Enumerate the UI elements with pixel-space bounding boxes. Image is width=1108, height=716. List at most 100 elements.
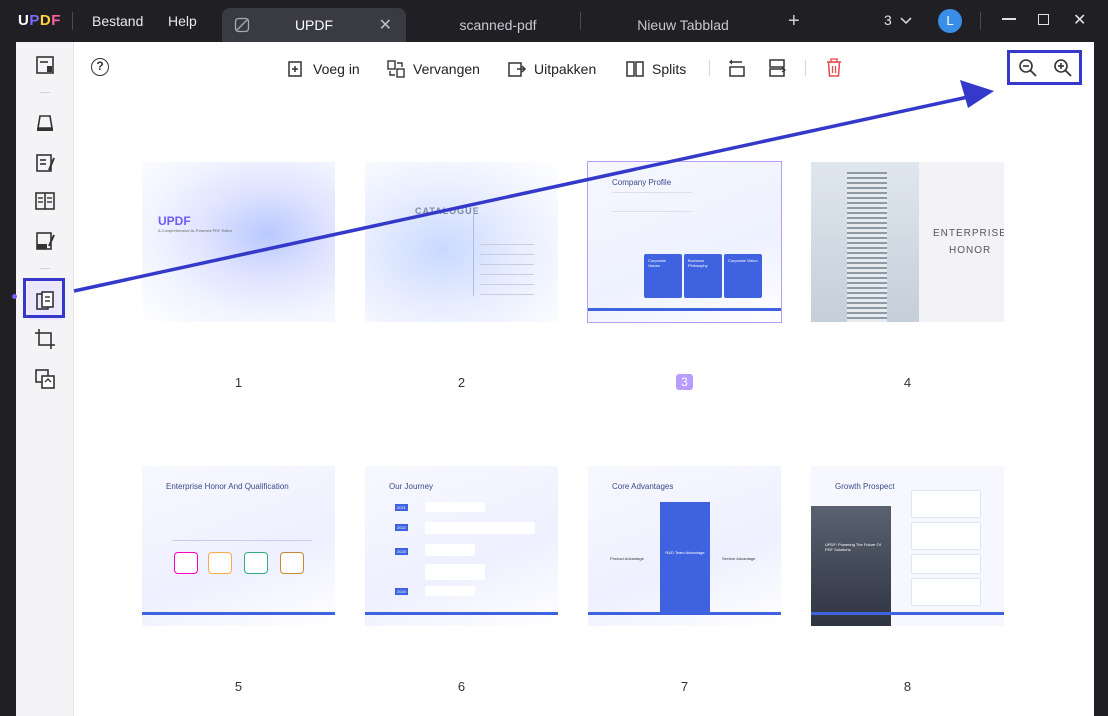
thumb-center-card [660, 502, 710, 612]
thumb-title: Growth Prospect [835, 482, 895, 491]
convert-icon[interactable] [34, 368, 56, 390]
thumb-text-box [911, 522, 981, 550]
thumb-left-label: Product Advantage [610, 556, 644, 561]
reader-icon[interactable] [34, 54, 56, 76]
thumb-event-card [425, 502, 485, 512]
page-thumbnail-5[interactable]: Enterprise Honor And Qualification [142, 466, 335, 626]
thumb-badge [208, 552, 232, 574]
page-thumbnail-8[interactable]: Growth Prospect UPDF: Powering The Futur… [811, 466, 1004, 626]
page-number-8: 8 [903, 679, 912, 694]
close-tab-icon[interactable]: ✕ [379, 15, 392, 35]
thumb-text-box [911, 554, 981, 574]
thumb-badge [174, 552, 198, 574]
thumb-event-card [425, 564, 485, 580]
zoom-controls-highlight [1007, 50, 1082, 85]
thumb-event-card [425, 544, 475, 556]
thumb-title: UPDF [158, 214, 191, 228]
thumb-subtitle: A Comprehensive AI-Powered PDF Editor [158, 228, 233, 233]
thumb-footer-bar [588, 612, 781, 615]
menu-help[interactable]: Help [168, 13, 197, 29]
menu-file[interactable]: Bestand [92, 13, 143, 29]
comment-icon[interactable] [34, 112, 56, 134]
thumb-title: CATALOGUE [415, 206, 480, 216]
toolbar-divider [709, 60, 710, 76]
thumb-building [847, 172, 887, 322]
insert-button[interactable]: Voeg in [287, 58, 360, 80]
page-thumbnail-7[interactable]: Core Advantages R&D Team Advantage Produ… [588, 466, 781, 626]
thumb-row [480, 274, 534, 276]
sign-icon[interactable] [34, 230, 56, 252]
page-number-5: 5 [234, 679, 243, 694]
main-window: ? Voeg in Vervangen Uitpakken Splits UPD… [12, 42, 1094, 716]
left-sidebar [12, 42, 74, 716]
replace-button[interactable]: Vervangen [387, 58, 480, 80]
thumb-row [480, 284, 534, 286]
thumb-card-label: Business Philosophy [688, 258, 708, 268]
thumb-row [480, 264, 534, 266]
thumb-event-card [425, 586, 475, 596]
page-thumbnail-3[interactable]: Company Profile Corporate Values Busines… [587, 161, 782, 323]
page-number-6: 6 [457, 679, 466, 694]
app-logo: UPDF [18, 12, 61, 29]
page-thumbnail-1[interactable]: UPDF A Comprehensive AI-Powered PDF Edit… [142, 162, 335, 322]
insert-page-icon [288, 61, 302, 77]
thumb-badge [244, 552, 268, 574]
tab-divider [580, 12, 581, 30]
close-window-icon[interactable]: ✕ [1073, 10, 1086, 30]
thumb-card-label: Corporate Values [648, 258, 666, 268]
minimize-icon[interactable] [1002, 18, 1016, 20]
sidebar-divider [40, 92, 50, 93]
thumb-year: 2021 [395, 504, 408, 511]
avatar[interactable]: L [938, 9, 962, 33]
help-icon[interactable]: ? [91, 58, 109, 76]
split-page-icon [626, 61, 644, 77]
page-thumbnail-2[interactable]: CATALOGUE [365, 162, 558, 322]
move-page-down-icon[interactable] [767, 58, 787, 78]
tab-count-value: 3 [884, 12, 892, 28]
page-number-7: 7 [680, 679, 689, 694]
form-icon[interactable] [34, 190, 56, 212]
thumb-title-2: HONOR [949, 245, 992, 256]
page-number-3: 3 [588, 374, 781, 390]
extract-button[interactable]: Uitpakken [508, 58, 596, 80]
thumb-year: 2023 [395, 548, 408, 555]
replace-page-icon [387, 60, 405, 78]
delete-page-icon[interactable] [825, 58, 843, 78]
tab-new[interactable]: Nieuw Tabblad [600, 8, 766, 42]
thumb-footer-bar [588, 308, 781, 311]
toolbar-divider [805, 60, 806, 76]
thumb-text-block [612, 192, 692, 212]
edit-pdf-icon[interactable] [34, 152, 56, 174]
tab-label: scanned-pdf [459, 17, 537, 33]
tab-label: Nieuw Tabblad [637, 17, 729, 33]
page-thumbnail-6[interactable]: Our Journey 2021 2022 2023 2024 [365, 466, 558, 626]
maximize-icon[interactable] [1038, 14, 1049, 25]
title-divider [72, 12, 73, 30]
tab-count[interactable]: 3 [884, 12, 912, 28]
insert-label: Voeg in [313, 61, 360, 77]
thumb-footer-bar [811, 612, 1004, 615]
extract-page-icon [508, 62, 526, 77]
thumb-event-card [425, 522, 535, 534]
thumb-title: Enterprise Honor And Qualification [166, 482, 289, 491]
tab-scanned-pdf[interactable]: scanned-pdf [420, 8, 576, 42]
thumb-card-label: Corporate Vision [728, 258, 758, 263]
thumb-title: Our Journey [389, 482, 434, 491]
extract-label: Uitpakken [534, 61, 597, 77]
page-thumbnail-4[interactable]: ENTERPRISE HONOR [811, 162, 1004, 322]
thumb-title: Core Advantages [612, 482, 674, 491]
tab-updf[interactable]: UPDF ✕ [222, 8, 406, 42]
thumb-text-box [911, 578, 981, 606]
thumb-badge [280, 552, 304, 574]
thumb-title: Company Profile [612, 178, 672, 187]
split-button[interactable]: Splits [626, 58, 686, 80]
split-label: Splits [652, 61, 687, 77]
crop-icon[interactable] [34, 328, 56, 350]
thumb-row [480, 254, 534, 256]
add-tab-icon[interactable]: + [788, 10, 800, 33]
thumb-footer-bar [142, 612, 335, 615]
selected-page-badge: 3 [676, 374, 693, 390]
move-page-up-icon[interactable] [727, 58, 747, 78]
thumb-timeline [172, 540, 312, 541]
thumb-text-box [911, 490, 981, 518]
